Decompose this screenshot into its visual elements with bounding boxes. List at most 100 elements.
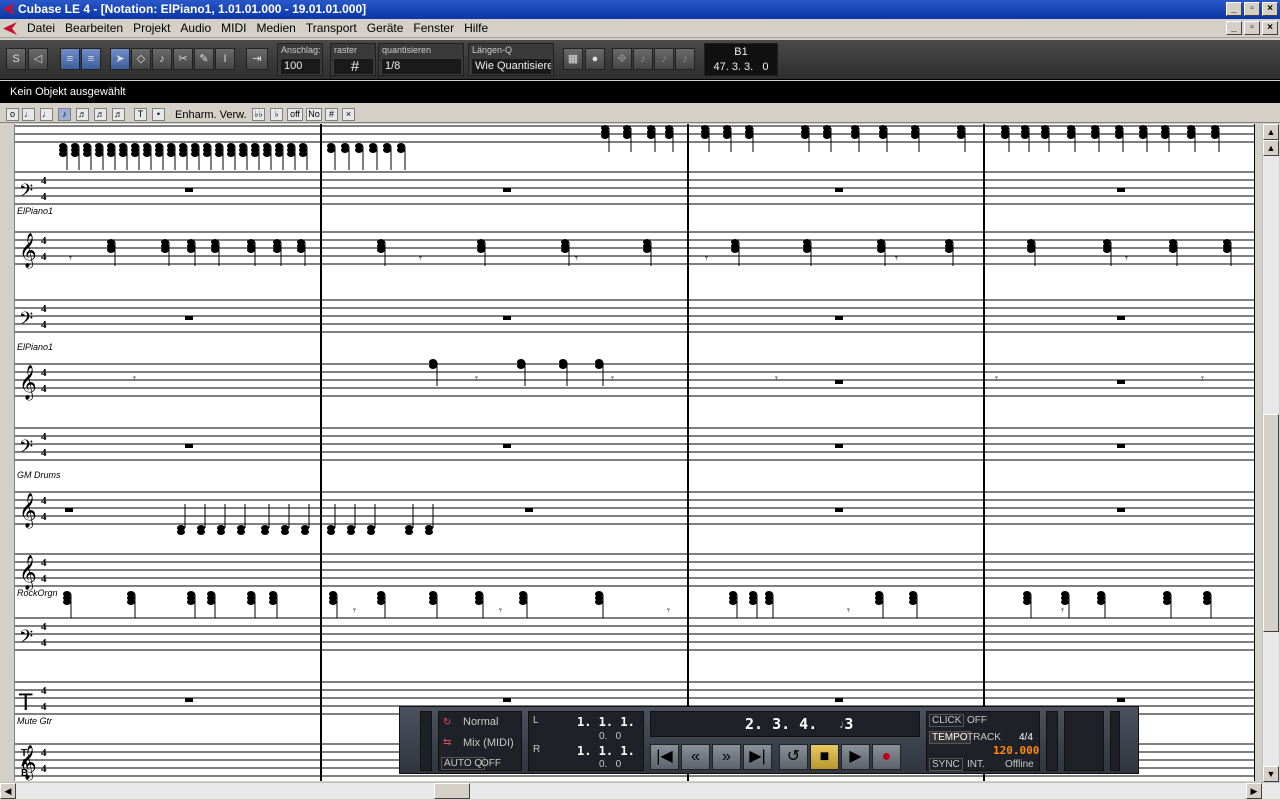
position-display[interactable]: 2. 3. 4. 3 ♩ [650, 711, 920, 737]
length-value[interactable]: Wie Quantisieren [472, 59, 551, 74]
autoq-label[interactable]: AUTO Q [441, 757, 486, 770]
sharp-button[interactable]: # [325, 108, 338, 121]
grid-field[interactable]: raster # [330, 43, 376, 76]
enharm-off-button[interactable]: off [287, 108, 303, 121]
menu-hilfe[interactable]: Hilfe [459, 19, 493, 38]
cycle-record-mode[interactable]: Mix (MIDI) [463, 737, 514, 749]
time-sig-bottom: 4 [41, 191, 47, 203]
step-input-icon[interactable]: ▦ [563, 48, 583, 70]
click-label[interactable]: CLICK [929, 714, 965, 727]
double-sharp-button[interactable]: × [342, 108, 355, 121]
horizontal-scroll-thumb[interactable] [434, 783, 470, 799]
menu-geraete[interactable]: Geräte [362, 19, 409, 38]
speaker-icon[interactable]: ◁ [28, 48, 48, 70]
menu-bearbeiten[interactable]: Bearbeiten [60, 19, 128, 38]
64th-note-icon[interactable]: ♬ [112, 108, 125, 121]
scroll-right-arrow-icon[interactable]: ▶ [1246, 783, 1262, 799]
scroll-down-arrow-icon[interactable]: ▼ [1263, 766, 1279, 782]
horizontal-scrollbar[interactable]: ◀ ▶ [0, 782, 1280, 799]
32nd-note-icon[interactable]: ♬ [94, 108, 107, 121]
scissors-tool-icon[interactable]: ✂ [173, 48, 193, 70]
pencil-tool-icon[interactable]: ✎ [194, 48, 214, 70]
sixteenth-note-icon[interactable]: ♬ [76, 108, 89, 121]
notehead [239, 151, 247, 157]
solo-editor-icon[interactable]: S [6, 48, 26, 70]
notehead [251, 151, 259, 157]
notehead [519, 599, 527, 605]
grid-icon[interactable]: # [334, 59, 373, 74]
score-area[interactable]: 𝄢 4 4 𝄞 4 4 𝄢 4 4 𝄞 4 4 𝄢 4 4 𝄞 4 4 𝄞 4 4 𝄢 4 4 T 4 4 𝄞 4 4 T A B 𝄾 𝄾 𝄾 𝄾 𝄾 𝄾… [14, 124, 1255, 781]
tempo-value[interactable]: 120.000 [993, 744, 1039, 757]
doc-minimize-button[interactable]: _ [1226, 21, 1242, 35]
scroll-up-arrow-icon[interactable]: ▲ [1263, 124, 1279, 140]
menu-datei[interactable]: Datei [22, 19, 60, 38]
restore-button[interactable]: ▫ [1244, 2, 1260, 16]
sync-label[interactable]: SYNC [929, 758, 963, 771]
menu-projekt[interactable]: Projekt [128, 19, 175, 38]
quarter-note-icon[interactable]: ♩ [40, 108, 53, 121]
menu-audio[interactable]: Audio [175, 19, 216, 38]
length-quantize-field[interactable]: Längen-Q Wie Quantisieren [468, 43, 554, 76]
menu-midi[interactable]: MIDI [216, 19, 251, 38]
double-flat-button[interactable]: ♭♭ [252, 108, 265, 121]
quantize-field[interactable]: quantisieren 1/8 [378, 43, 464, 76]
enharm-no-button[interactable]: No [306, 108, 322, 121]
cubase-menu-icon[interactable] [3, 22, 17, 35]
velocity-field[interactable]: Anschlag: 100 [277, 43, 323, 76]
note-off-icon[interactable]: ♪ [675, 48, 695, 70]
rewind-icon[interactable]: « [681, 744, 710, 770]
fast-forward-icon[interactable]: » [712, 744, 741, 770]
score-svg[interactable]: 𝄢 44𝄞 44𝄢 44𝄞 44𝄢 44𝄞 44𝄞 44𝄢 44T 44𝄞 44TAB 𝄾𝄾𝄾𝄾𝄾𝄾… [15, 124, 1255, 781]
play-icon[interactable]: ▶ [841, 744, 870, 770]
song-position[interactable]: 2. 3. 4. 3 [745, 715, 853, 733]
show-toolbox-icon[interactable]: ≡ [81, 48, 101, 70]
auto-scroll-icon[interactable]: ⇥ [246, 48, 268, 70]
pitch-icon[interactable]: ♪ [633, 48, 653, 70]
vertical-scrollbar[interactable]: ▲ ▲ ▼ [1262, 124, 1279, 783]
velocity-value[interactable]: 100 [281, 59, 320, 74]
menu-transport[interactable]: Transport [301, 19, 362, 38]
window-title: Cubase LE 4 - [Notation: ElPiano1, 1.01.… [18, 2, 367, 16]
output-fader[interactable] [1110, 711, 1120, 771]
go-to-start-icon[interactable]: |◀ [650, 744, 679, 770]
doc-close-button[interactable]: × [1262, 21, 1278, 35]
notehead [187, 599, 195, 605]
notehead [369, 147, 377, 153]
flat-button[interactable]: ♭ [270, 108, 283, 121]
show-info-icon[interactable]: ≡ [60, 48, 80, 70]
dotted-button[interactable]: • [152, 108, 165, 121]
menu-fenster[interactable]: Fenster [408, 19, 459, 38]
doc-restore-button[interactable]: ▫ [1244, 21, 1260, 35]
record-mode[interactable]: Normal [463, 716, 498, 728]
vertical-scroll-thumb[interactable] [1263, 414, 1279, 632]
scroll-up-arrow-icon-2[interactable]: ▲ [1263, 140, 1279, 156]
eighth-rest-icon: 𝄾 [353, 604, 356, 617]
right-locator-icon: R [533, 744, 541, 755]
whole-rest [835, 380, 843, 384]
triplet-button[interactable]: T [134, 108, 147, 121]
half-note-icon[interactable]: ♩ [22, 108, 35, 121]
tempo-label[interactable]: TEMPO [929, 731, 971, 744]
text-tool-icon[interactable]: I [215, 48, 235, 70]
eighth-note-icon[interactable]: ♪ [58, 108, 71, 121]
go-to-end-icon[interactable]: ▶| [743, 744, 772, 770]
left-locator-sub: 0. 0 [599, 731, 622, 742]
menu-medien[interactable]: Medien [251, 19, 300, 38]
stop-icon[interactable]: ■ [810, 744, 839, 770]
notehead [1001, 133, 1009, 139]
close-button[interactable]: × [1262, 2, 1278, 16]
menu-bar: Datei Bearbeiten Projekt Audio MIDI Medi… [0, 19, 1280, 38]
cycle-icon[interactable]: ↺ [779, 744, 808, 770]
eraser-tool-icon[interactable]: ◇ [131, 48, 151, 70]
note-tool-icon[interactable]: ♪ [152, 48, 172, 70]
whole-note-icon[interactable]: o [6, 108, 19, 121]
record-icon[interactable]: ● [872, 744, 901, 770]
quantize-value[interactable]: 1/8 [382, 59, 461, 74]
arrow-tool-icon[interactable]: ➤ [110, 48, 130, 70]
minimize-button[interactable]: _ [1226, 2, 1242, 16]
midi-input-icon[interactable]: ● [585, 48, 605, 70]
move-insert-icon[interactable]: ✥ [612, 48, 632, 70]
notehead [191, 151, 199, 157]
scroll-left-arrow-icon[interactable]: ◀ [0, 783, 16, 799]
note-on-icon[interactable]: ♪ [654, 48, 674, 70]
